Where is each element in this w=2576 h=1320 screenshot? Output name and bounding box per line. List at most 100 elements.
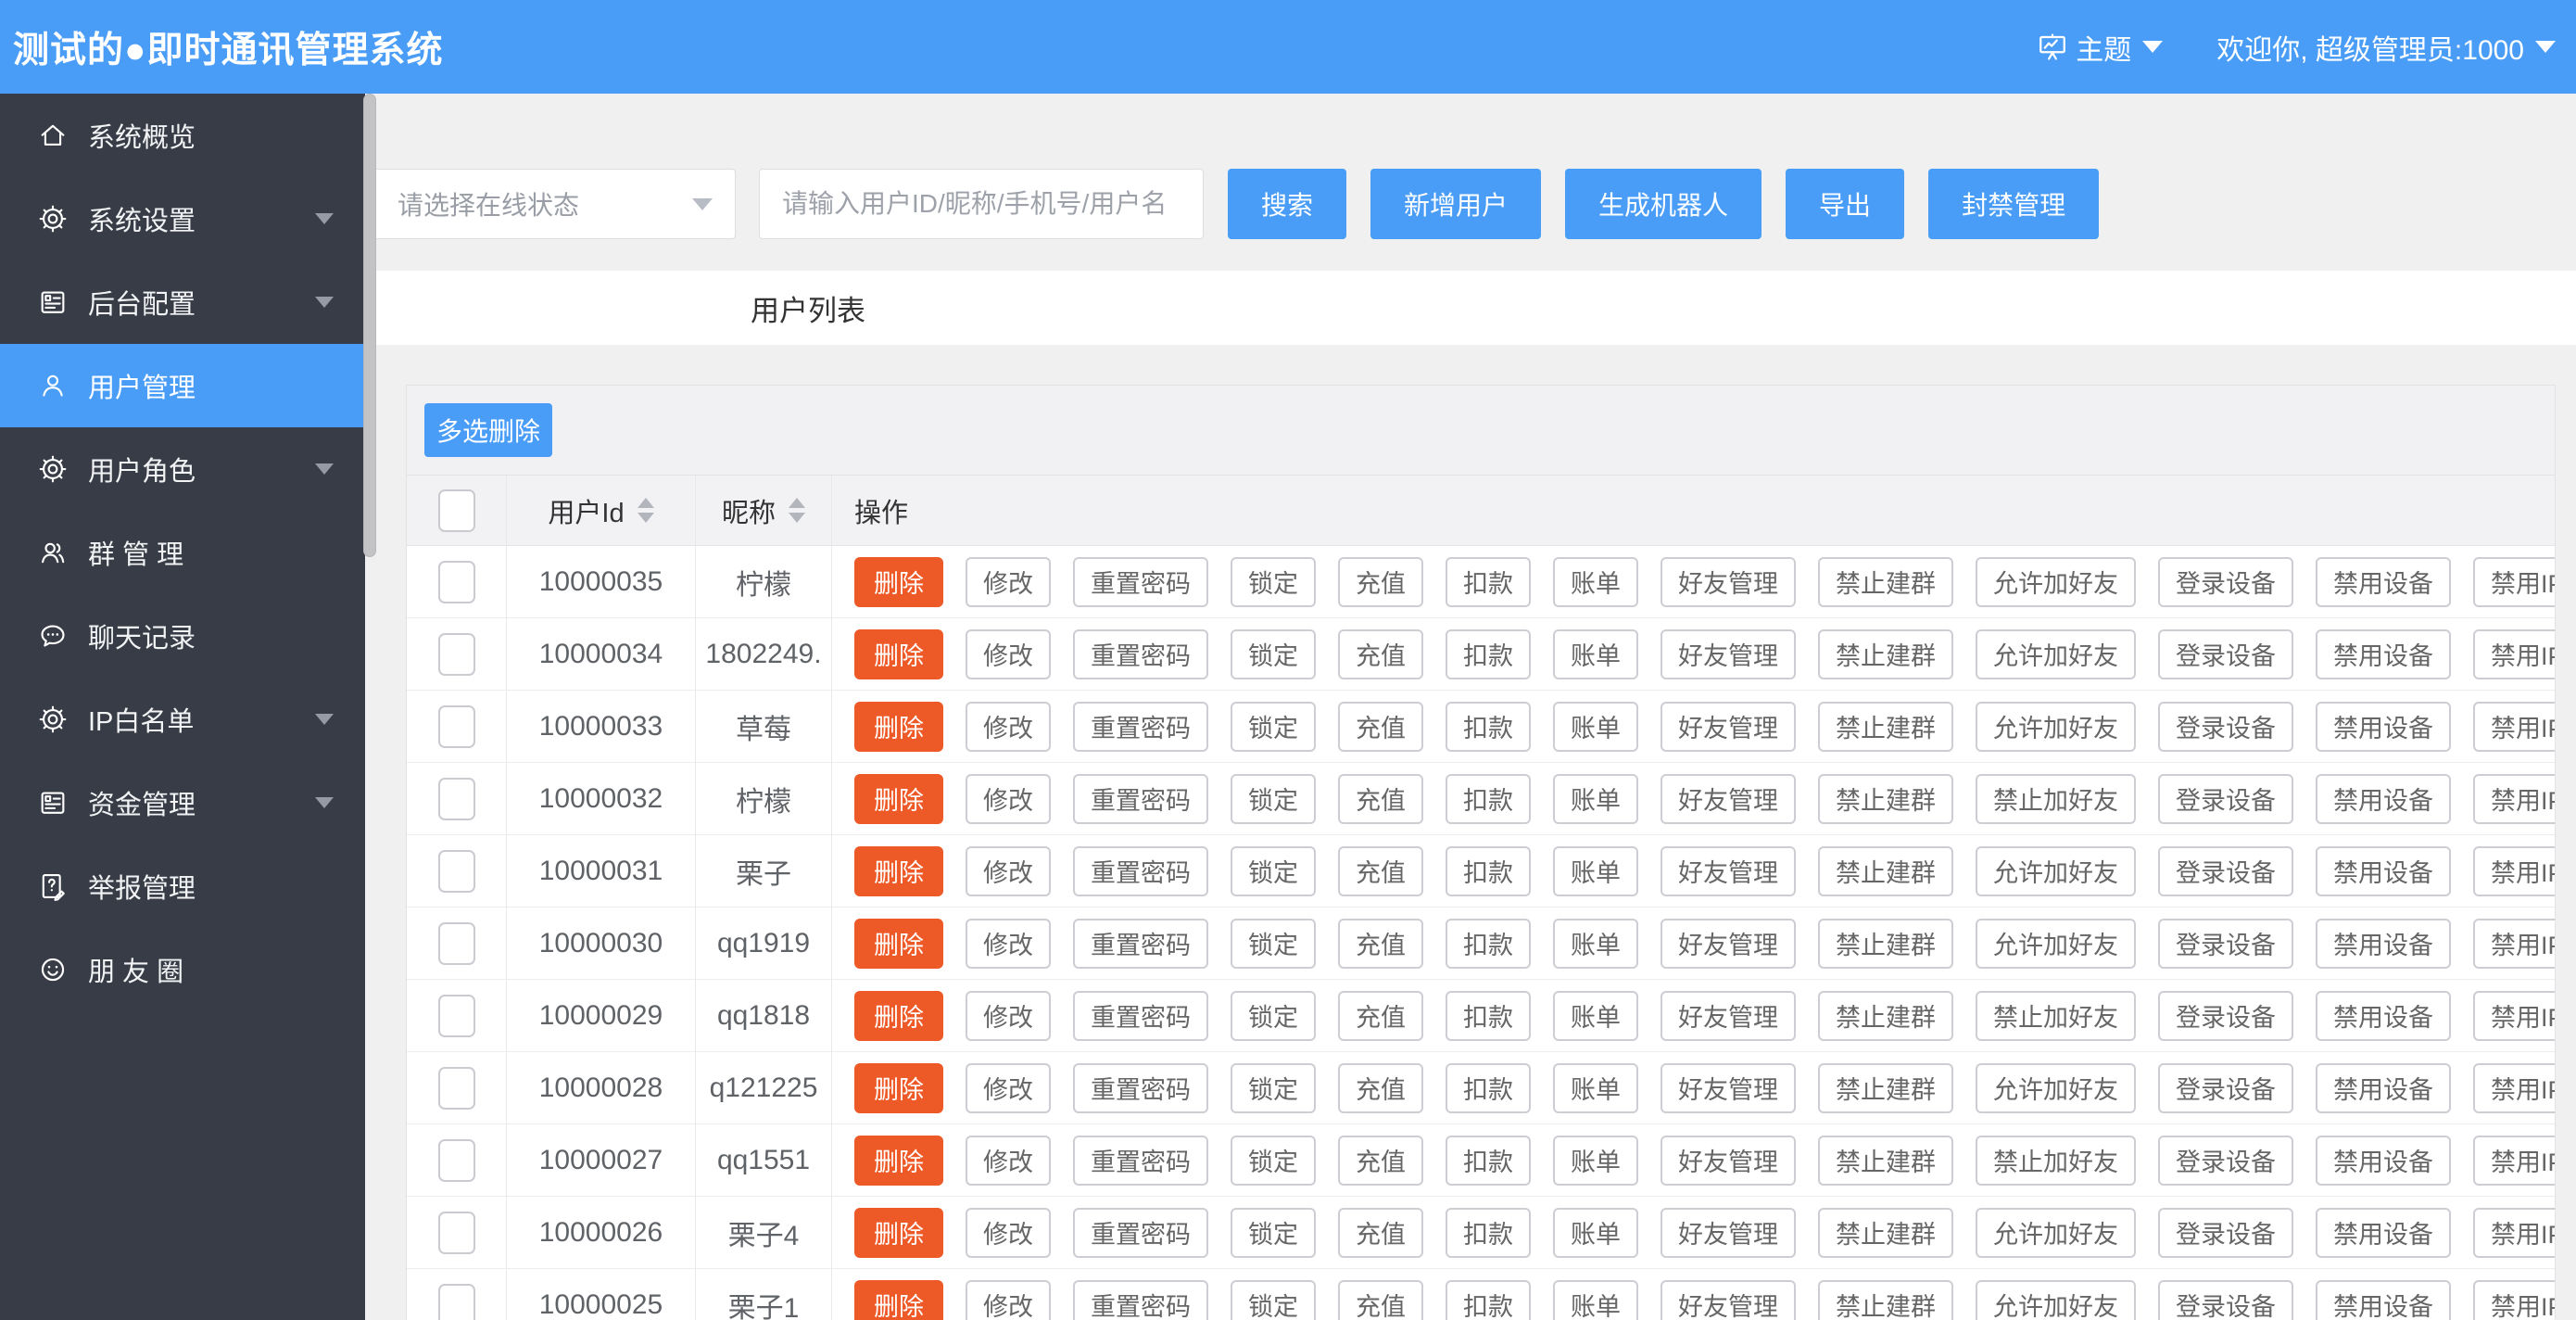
row-checkbox[interactable] [437, 849, 475, 893]
user-menu[interactable]: 欢迎你, 超级管理员:1000 [2216, 27, 2556, 68]
row-checkbox[interactable] [437, 704, 475, 748]
forbid-create-group-button[interactable]: 禁止建群 [1818, 701, 1953, 752]
delete-button[interactable]: 删除 [854, 918, 943, 969]
disable-ip-button[interactable]: 禁用IP [2473, 1135, 2555, 1186]
generate-robot-button[interactable]: 生成机器人 [1565, 169, 1762, 239]
friend-management-button[interactable]: 好友管理 [1661, 628, 1796, 679]
friend-permission-button[interactable]: 禁止加好友 [1976, 773, 2136, 824]
bill-button[interactable]: 账单 [1553, 990, 1638, 1041]
recharge-button[interactable]: 充值 [1338, 845, 1423, 896]
modify-button[interactable]: 修改 [966, 845, 1051, 896]
user-search-input[interactable] [759, 169, 1204, 239]
friend-management-button[interactable]: 好友管理 [1661, 1135, 1796, 1186]
disable-ip-button[interactable]: 禁用IP [2473, 990, 2555, 1041]
disable-ip-button[interactable]: 禁用IP [2473, 628, 2555, 679]
forbid-create-group-button[interactable]: 禁止建群 [1818, 1135, 1953, 1186]
deduct-button[interactable]: 扣款 [1446, 1062, 1531, 1113]
friend-permission-button[interactable]: 允许加好友 [1976, 1279, 2136, 1320]
delete-button[interactable]: 删除 [854, 1279, 943, 1320]
reset-password-button[interactable]: 重置密码 [1073, 1279, 1208, 1320]
sidebar-item-ip-whitelist[interactable]: IP白名单 [0, 678, 365, 761]
sidebar-item-moments[interactable]: 朋 友 圈 [0, 928, 365, 1011]
row-checkbox[interactable] [437, 994, 475, 1037]
disable-ip-button[interactable]: 禁用IP [2473, 845, 2555, 896]
sort-user-id[interactable] [637, 498, 654, 523]
sidebar-item-report-management[interactable]: 举报管理 [0, 844, 365, 928]
login-device-button[interactable]: 登录设备 [2158, 1062, 2293, 1113]
friend-management-button[interactable]: 好友管理 [1661, 773, 1796, 824]
disable-device-button[interactable]: 禁用设备 [2316, 773, 2451, 824]
sidebar-item-backend-config[interactable]: 后台配置 [0, 260, 365, 344]
reset-password-button[interactable]: 重置密码 [1073, 918, 1208, 969]
delete-button[interactable]: 删除 [854, 845, 943, 896]
row-checkbox[interactable] [437, 560, 475, 603]
disable-ip-button[interactable]: 禁用IP [2473, 701, 2555, 752]
reset-password-button[interactable]: 重置密码 [1073, 845, 1208, 896]
disable-device-button[interactable]: 禁用设备 [2316, 1135, 2451, 1186]
disable-device-button[interactable]: 禁用设备 [2316, 1279, 2451, 1320]
recharge-button[interactable]: 充值 [1338, 1135, 1423, 1186]
lock-button[interactable]: 锁定 [1231, 628, 1316, 679]
deduct-button[interactable]: 扣款 [1446, 773, 1531, 824]
modify-button[interactable]: 修改 [966, 1062, 1051, 1113]
modify-button[interactable]: 修改 [966, 918, 1051, 969]
row-checkbox[interactable] [437, 777, 475, 820]
reset-password-button[interactable]: 重置密码 [1073, 556, 1208, 607]
recharge-button[interactable]: 充值 [1338, 1062, 1423, 1113]
lock-button[interactable]: 锁定 [1231, 701, 1316, 752]
bill-button[interactable]: 账单 [1553, 556, 1638, 607]
deduct-button[interactable]: 扣款 [1446, 918, 1531, 969]
bill-button[interactable]: 账单 [1553, 701, 1638, 752]
disable-ip-button[interactable]: 禁用IP [2473, 1207, 2555, 1258]
login-device-button[interactable]: 登录设备 [2158, 990, 2293, 1041]
lock-button[interactable]: 锁定 [1231, 845, 1316, 896]
recharge-button[interactable]: 充值 [1338, 556, 1423, 607]
online-status-select[interactable]: 请选择在线状态 [373, 169, 736, 239]
delete-button[interactable]: 删除 [854, 556, 943, 607]
deduct-button[interactable]: 扣款 [1446, 1279, 1531, 1320]
friend-permission-button[interactable]: 允许加好友 [1976, 1207, 2136, 1258]
recharge-button[interactable]: 充值 [1338, 1279, 1423, 1320]
reset-password-button[interactable]: 重置密码 [1073, 701, 1208, 752]
deduct-button[interactable]: 扣款 [1446, 701, 1531, 752]
disable-ip-button[interactable]: 禁用IP [2473, 773, 2555, 824]
friend-permission-button[interactable]: 禁止加好友 [1976, 990, 2136, 1041]
disable-device-button[interactable]: 禁用设备 [2316, 701, 2451, 752]
export-button[interactable]: 导出 [1786, 169, 1905, 239]
forbid-create-group-button[interactable]: 禁止建群 [1818, 556, 1953, 607]
deduct-button[interactable]: 扣款 [1446, 990, 1531, 1041]
sidebar-item-chat-records[interactable]: 聊天记录 [0, 594, 365, 678]
lock-button[interactable]: 锁定 [1231, 990, 1316, 1041]
reset-password-button[interactable]: 重置密码 [1073, 1062, 1208, 1113]
login-device-button[interactable]: 登录设备 [2158, 701, 2293, 752]
sidebar-item-user-management[interactable]: 用户管理 [0, 344, 365, 427]
forbid-create-group-button[interactable]: 禁止建群 [1818, 773, 1953, 824]
select-all-checkbox[interactable] [437, 489, 475, 532]
forbid-create-group-button[interactable]: 禁止建群 [1818, 1062, 1953, 1113]
sort-nickname[interactable] [789, 498, 805, 523]
forbid-create-group-button[interactable]: 禁止建群 [1818, 845, 1953, 896]
sidebar-scrollbar[interactable] [363, 94, 376, 557]
modify-button[interactable]: 修改 [966, 1207, 1051, 1258]
friend-permission-button[interactable]: 允许加好友 [1976, 701, 2136, 752]
modify-button[interactable]: 修改 [966, 1279, 1051, 1320]
friend-management-button[interactable]: 好友管理 [1661, 990, 1796, 1041]
login-device-button[interactable]: 登录设备 [2158, 1279, 2293, 1320]
friend-management-button[interactable]: 好友管理 [1661, 1279, 1796, 1320]
reset-password-button[interactable]: 重置密码 [1073, 1207, 1208, 1258]
friend-permission-button[interactable]: 允许加好友 [1976, 628, 2136, 679]
recharge-button[interactable]: 充值 [1338, 773, 1423, 824]
sidebar-item-system-settings[interactable]: 系统设置 [0, 177, 365, 260]
modify-button[interactable]: 修改 [966, 773, 1051, 824]
bill-button[interactable]: 账单 [1553, 918, 1638, 969]
forbid-create-group-button[interactable]: 禁止建群 [1818, 1207, 1953, 1258]
friend-management-button[interactable]: 好友管理 [1661, 701, 1796, 752]
recharge-button[interactable]: 充值 [1338, 701, 1423, 752]
delete-button[interactable]: 删除 [854, 1135, 943, 1186]
recharge-button[interactable]: 充值 [1338, 918, 1423, 969]
login-device-button[interactable]: 登录设备 [2158, 845, 2293, 896]
bill-button[interactable]: 账单 [1553, 1062, 1638, 1113]
row-checkbox[interactable] [437, 632, 475, 676]
delete-button[interactable]: 删除 [854, 701, 943, 752]
friend-management-button[interactable]: 好友管理 [1661, 556, 1796, 607]
